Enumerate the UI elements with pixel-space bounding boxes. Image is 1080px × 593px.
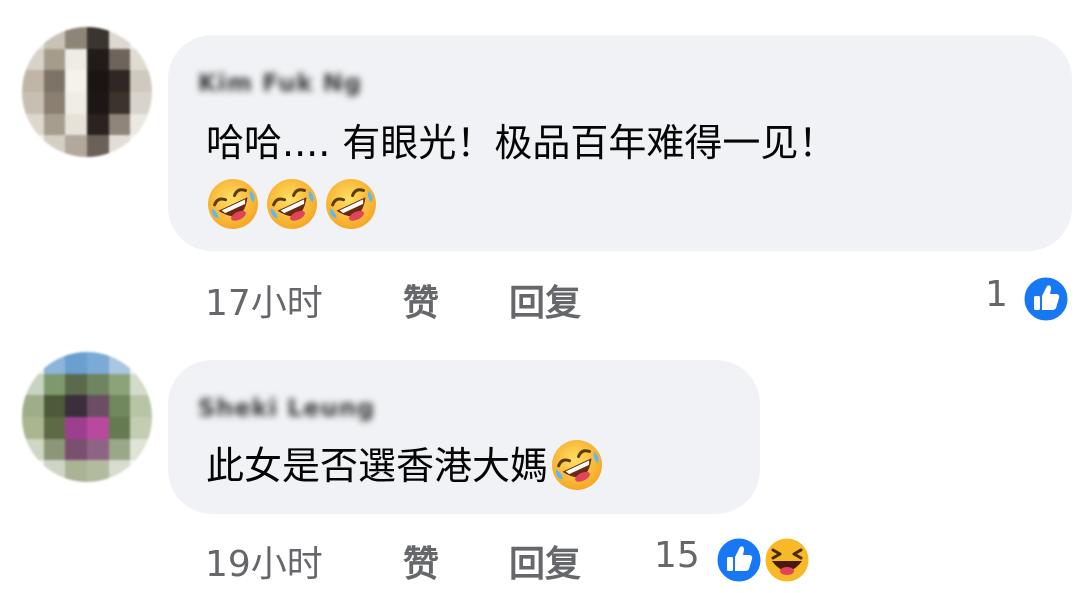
like-button[interactable]: 赞: [403, 535, 439, 587]
comment-2: Sheki Leung 此女是否選香港大媽 19小时 赞 回复 15: [0, 0, 1080, 593]
like-icon: [714, 535, 764, 585]
haha-icon: [762, 535, 812, 585]
reply-button[interactable]: 回复: [509, 535, 581, 587]
reaction-count: 15: [654, 535, 700, 576]
rofl-emoji-icon: [550, 438, 604, 492]
comment-author[interactable]: Sheki Leung: [198, 394, 375, 422]
comment-time[interactable]: 19小时: [205, 535, 323, 587]
comment-text: 此女是否選香港大媽: [206, 444, 604, 492]
comment-text-content: 此女是否選香港大媽: [206, 444, 549, 488]
avatar[interactable]: [22, 352, 152, 482]
reaction-summary[interactable]: 15: [654, 535, 824, 585]
comment-bubble: Sheki Leung 此女是否選香港大媽: [168, 360, 760, 514]
